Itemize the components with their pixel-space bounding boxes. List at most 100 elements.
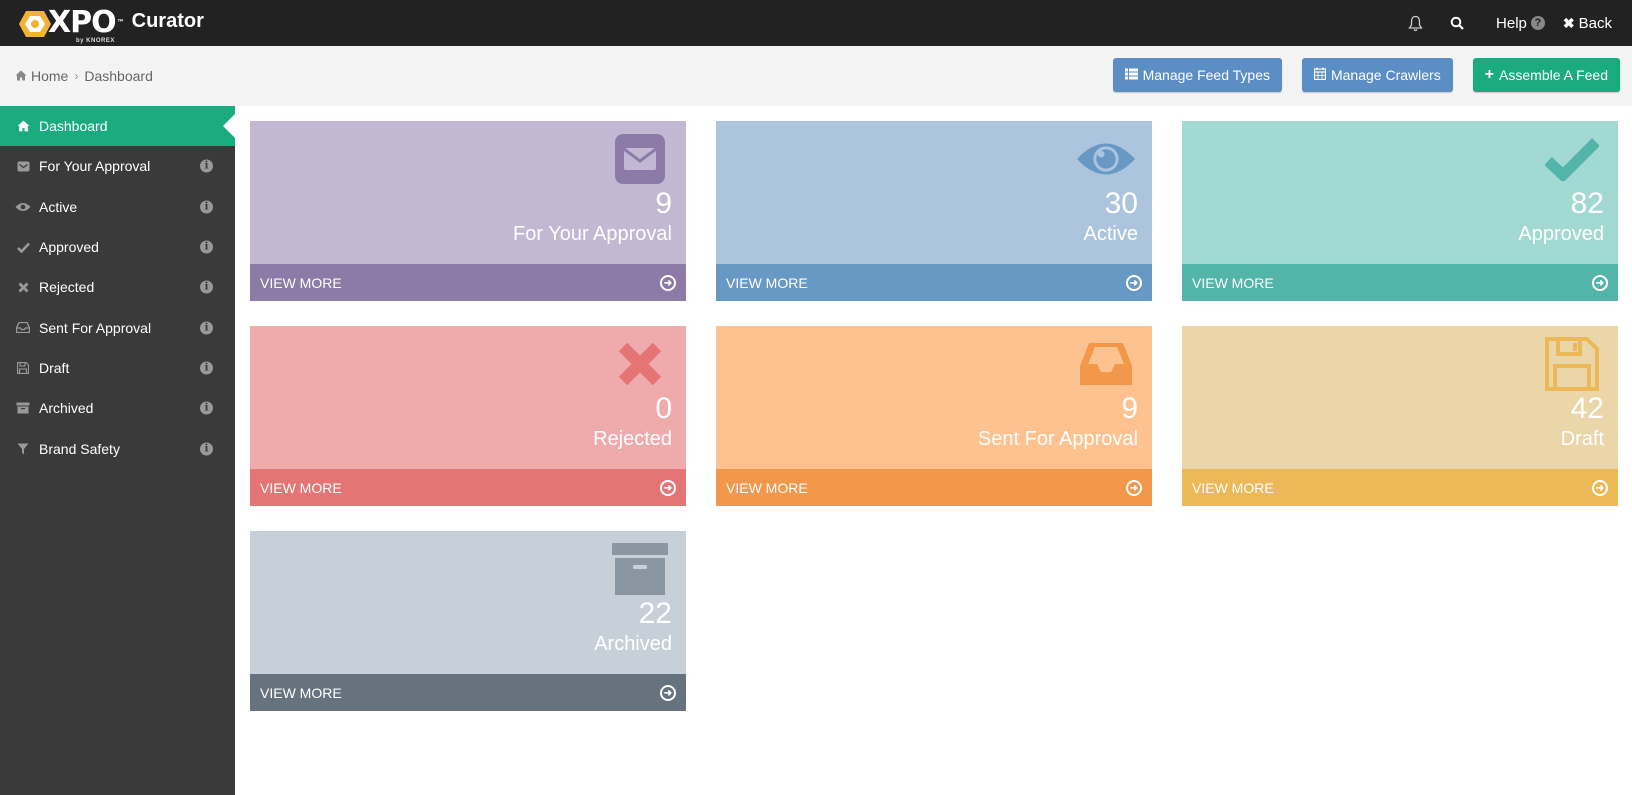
card-count: 9 xyxy=(1121,392,1138,425)
back-label: Back xyxy=(1578,14,1612,32)
sidebar-item-dashboard[interactable]: Dashboard xyxy=(0,106,235,147)
calendar-icon xyxy=(1313,67,1327,83)
card-active[interactable]: 30 Active VIEW MORE ➜ xyxy=(716,121,1152,301)
arrow-right-circle-icon: ➜ xyxy=(1126,275,1142,291)
card-label: For Your Approval xyxy=(513,223,672,245)
view-more-link[interactable]: VIEW MORE ➜ xyxy=(1182,469,1618,506)
card-count: 9 xyxy=(655,187,672,220)
info-icon[interactable]: i xyxy=(200,442,213,456)
sidebar-item-label: Brand Safety xyxy=(39,440,120,457)
info-icon[interactable]: i xyxy=(200,401,213,415)
card-body: 0 Rejected xyxy=(250,326,686,469)
sidebar-item-label: Sent For Approval xyxy=(39,319,152,336)
manage-crawlers-button[interactable]: Manage Crawlers xyxy=(1301,58,1453,92)
card-label: Approved xyxy=(1518,223,1604,245)
view-more-label: VIEW MORE xyxy=(260,684,342,701)
x-icon xyxy=(610,334,670,394)
sidebar-item-rejected[interactable]: Rejected i xyxy=(0,267,235,307)
card-body: 30 Active xyxy=(716,121,1152,264)
info-icon[interactable]: i xyxy=(200,361,213,375)
view-more-link[interactable]: VIEW MORE ➜ xyxy=(250,469,686,506)
view-more-link[interactable]: VIEW MORE ➜ xyxy=(1182,264,1618,301)
sidebar-item-label: Dashboard xyxy=(39,118,108,135)
save-icon xyxy=(15,361,31,374)
logo-hexagon-icon xyxy=(18,10,52,38)
sidebar-item-brand-safety[interactable]: Brand Safety i xyxy=(0,428,235,468)
breadcrumb-current: Dashboard xyxy=(84,68,153,84)
view-more-label: VIEW MORE xyxy=(260,274,342,291)
save-icon xyxy=(1542,334,1602,394)
arrow-right-circle-icon: ➜ xyxy=(1592,480,1608,496)
back-link[interactable]: ✖ Back xyxy=(1563,15,1612,32)
view-more-label: VIEW MORE xyxy=(1192,274,1274,291)
info-icon[interactable]: i xyxy=(200,240,213,254)
plus-icon: + xyxy=(1484,66,1495,83)
manage-crawlers-label: Manage Crawlers xyxy=(1330,67,1441,83)
sidebar-item-sent-for-approval[interactable]: Sent For Approval i xyxy=(0,307,235,347)
card-archived[interactable]: 22 Archived VIEW MORE ➜ xyxy=(250,531,686,711)
sidebar-item-archived[interactable]: Archived i xyxy=(0,388,235,428)
card-approved[interactable]: 82 Approved VIEW MORE ➜ xyxy=(1182,121,1618,301)
card-count: 30 xyxy=(1104,187,1138,220)
sidebar-item-draft[interactable]: Draft i xyxy=(0,348,235,388)
view-more-link[interactable]: VIEW MORE ➜ xyxy=(250,674,686,711)
arrow-right-circle-icon: ➜ xyxy=(1592,275,1608,291)
search-icon[interactable] xyxy=(1436,0,1478,46)
card-body: 9 Sent For Approval xyxy=(716,326,1152,469)
archive-icon xyxy=(15,402,31,414)
card-body: 9 For Your Approval xyxy=(250,121,686,264)
home-icon xyxy=(15,120,31,132)
x-icon xyxy=(15,282,31,293)
breadcrumb-separator-icon: › xyxy=(74,69,79,83)
breadcrumb-home[interactable]: Home xyxy=(31,68,68,84)
card-sent-for-approval[interactable]: 9 Sent For Approval VIEW MORE ➜ xyxy=(716,326,1152,506)
check-icon xyxy=(15,242,31,253)
arrow-right-circle-icon: ➜ xyxy=(1126,480,1142,496)
page-header: Home › Dashboard Manage Feed Types Manag… xyxy=(0,46,1632,106)
help-label: Help xyxy=(1496,14,1527,32)
sidebar: Dashboard For Your Approval i Active i A… xyxy=(0,106,235,795)
info-icon[interactable]: i xyxy=(200,280,213,294)
inbox-icon xyxy=(1076,334,1136,394)
sidebar-item-for-your-approval[interactable]: For Your Approval i xyxy=(0,146,235,186)
xpo-logo[interactable]: XPO™ by KNOREX Curator xyxy=(18,5,204,44)
sidebar-item-label: Approved xyxy=(39,239,99,256)
assemble-feed-button[interactable]: + Assemble A Feed xyxy=(1472,58,1620,92)
home-icon xyxy=(15,68,27,84)
top-right-nav: Help ? ✖ Back xyxy=(1394,0,1612,46)
sidebar-item-approved[interactable]: Approved i xyxy=(0,227,235,267)
card-body: 82 Approved xyxy=(1182,121,1618,264)
archive-icon xyxy=(610,539,670,599)
card-draft[interactable]: 42 Draft VIEW MORE ➜ xyxy=(1182,326,1618,506)
card-rejected[interactable]: 0 Rejected VIEW MORE ➜ xyxy=(250,326,686,506)
card-body: 22 Archived xyxy=(250,531,686,674)
view-more-link[interactable]: VIEW MORE ➜ xyxy=(716,469,1152,506)
eye-icon xyxy=(1076,129,1136,189)
info-icon[interactable]: i xyxy=(200,159,213,173)
help-link[interactable]: Help ? xyxy=(1496,15,1545,32)
sidebar-item-active[interactable]: Active i xyxy=(0,187,235,227)
sidebar-item-label: Rejected xyxy=(39,279,95,296)
card-count: 22 xyxy=(638,597,672,630)
card-for-your-approval[interactable]: 9 For Your Approval VIEW MORE ➜ xyxy=(250,121,686,301)
arrow-right-circle-icon: ➜ xyxy=(660,685,676,701)
top-navbar: XPO™ by KNOREX Curator Help ? ✖ Back xyxy=(0,0,1632,46)
arrow-right-circle-icon: ➜ xyxy=(660,275,676,291)
info-icon[interactable]: i xyxy=(200,200,213,214)
view-more-link[interactable]: VIEW MORE ➜ xyxy=(250,264,686,301)
view-more-link[interactable]: VIEW MORE ➜ xyxy=(716,264,1152,301)
card-count: 0 xyxy=(655,392,672,425)
eye-icon xyxy=(15,202,31,212)
logo-text: XPO™ xyxy=(48,5,125,40)
inbox-icon xyxy=(15,322,31,334)
filter-icon xyxy=(15,443,31,455)
list-icon xyxy=(1124,67,1138,83)
logo-byline: by KNOREX xyxy=(76,38,115,44)
view-more-label: VIEW MORE xyxy=(1192,479,1274,496)
bell-icon[interactable] xyxy=(1394,0,1436,46)
envelope-icon xyxy=(15,161,31,172)
info-icon[interactable]: i xyxy=(200,321,213,335)
sidebar-item-label: Draft xyxy=(39,359,70,376)
view-more-label: VIEW MORE xyxy=(260,479,342,496)
manage-feed-types-button[interactable]: Manage Feed Types xyxy=(1112,58,1282,92)
